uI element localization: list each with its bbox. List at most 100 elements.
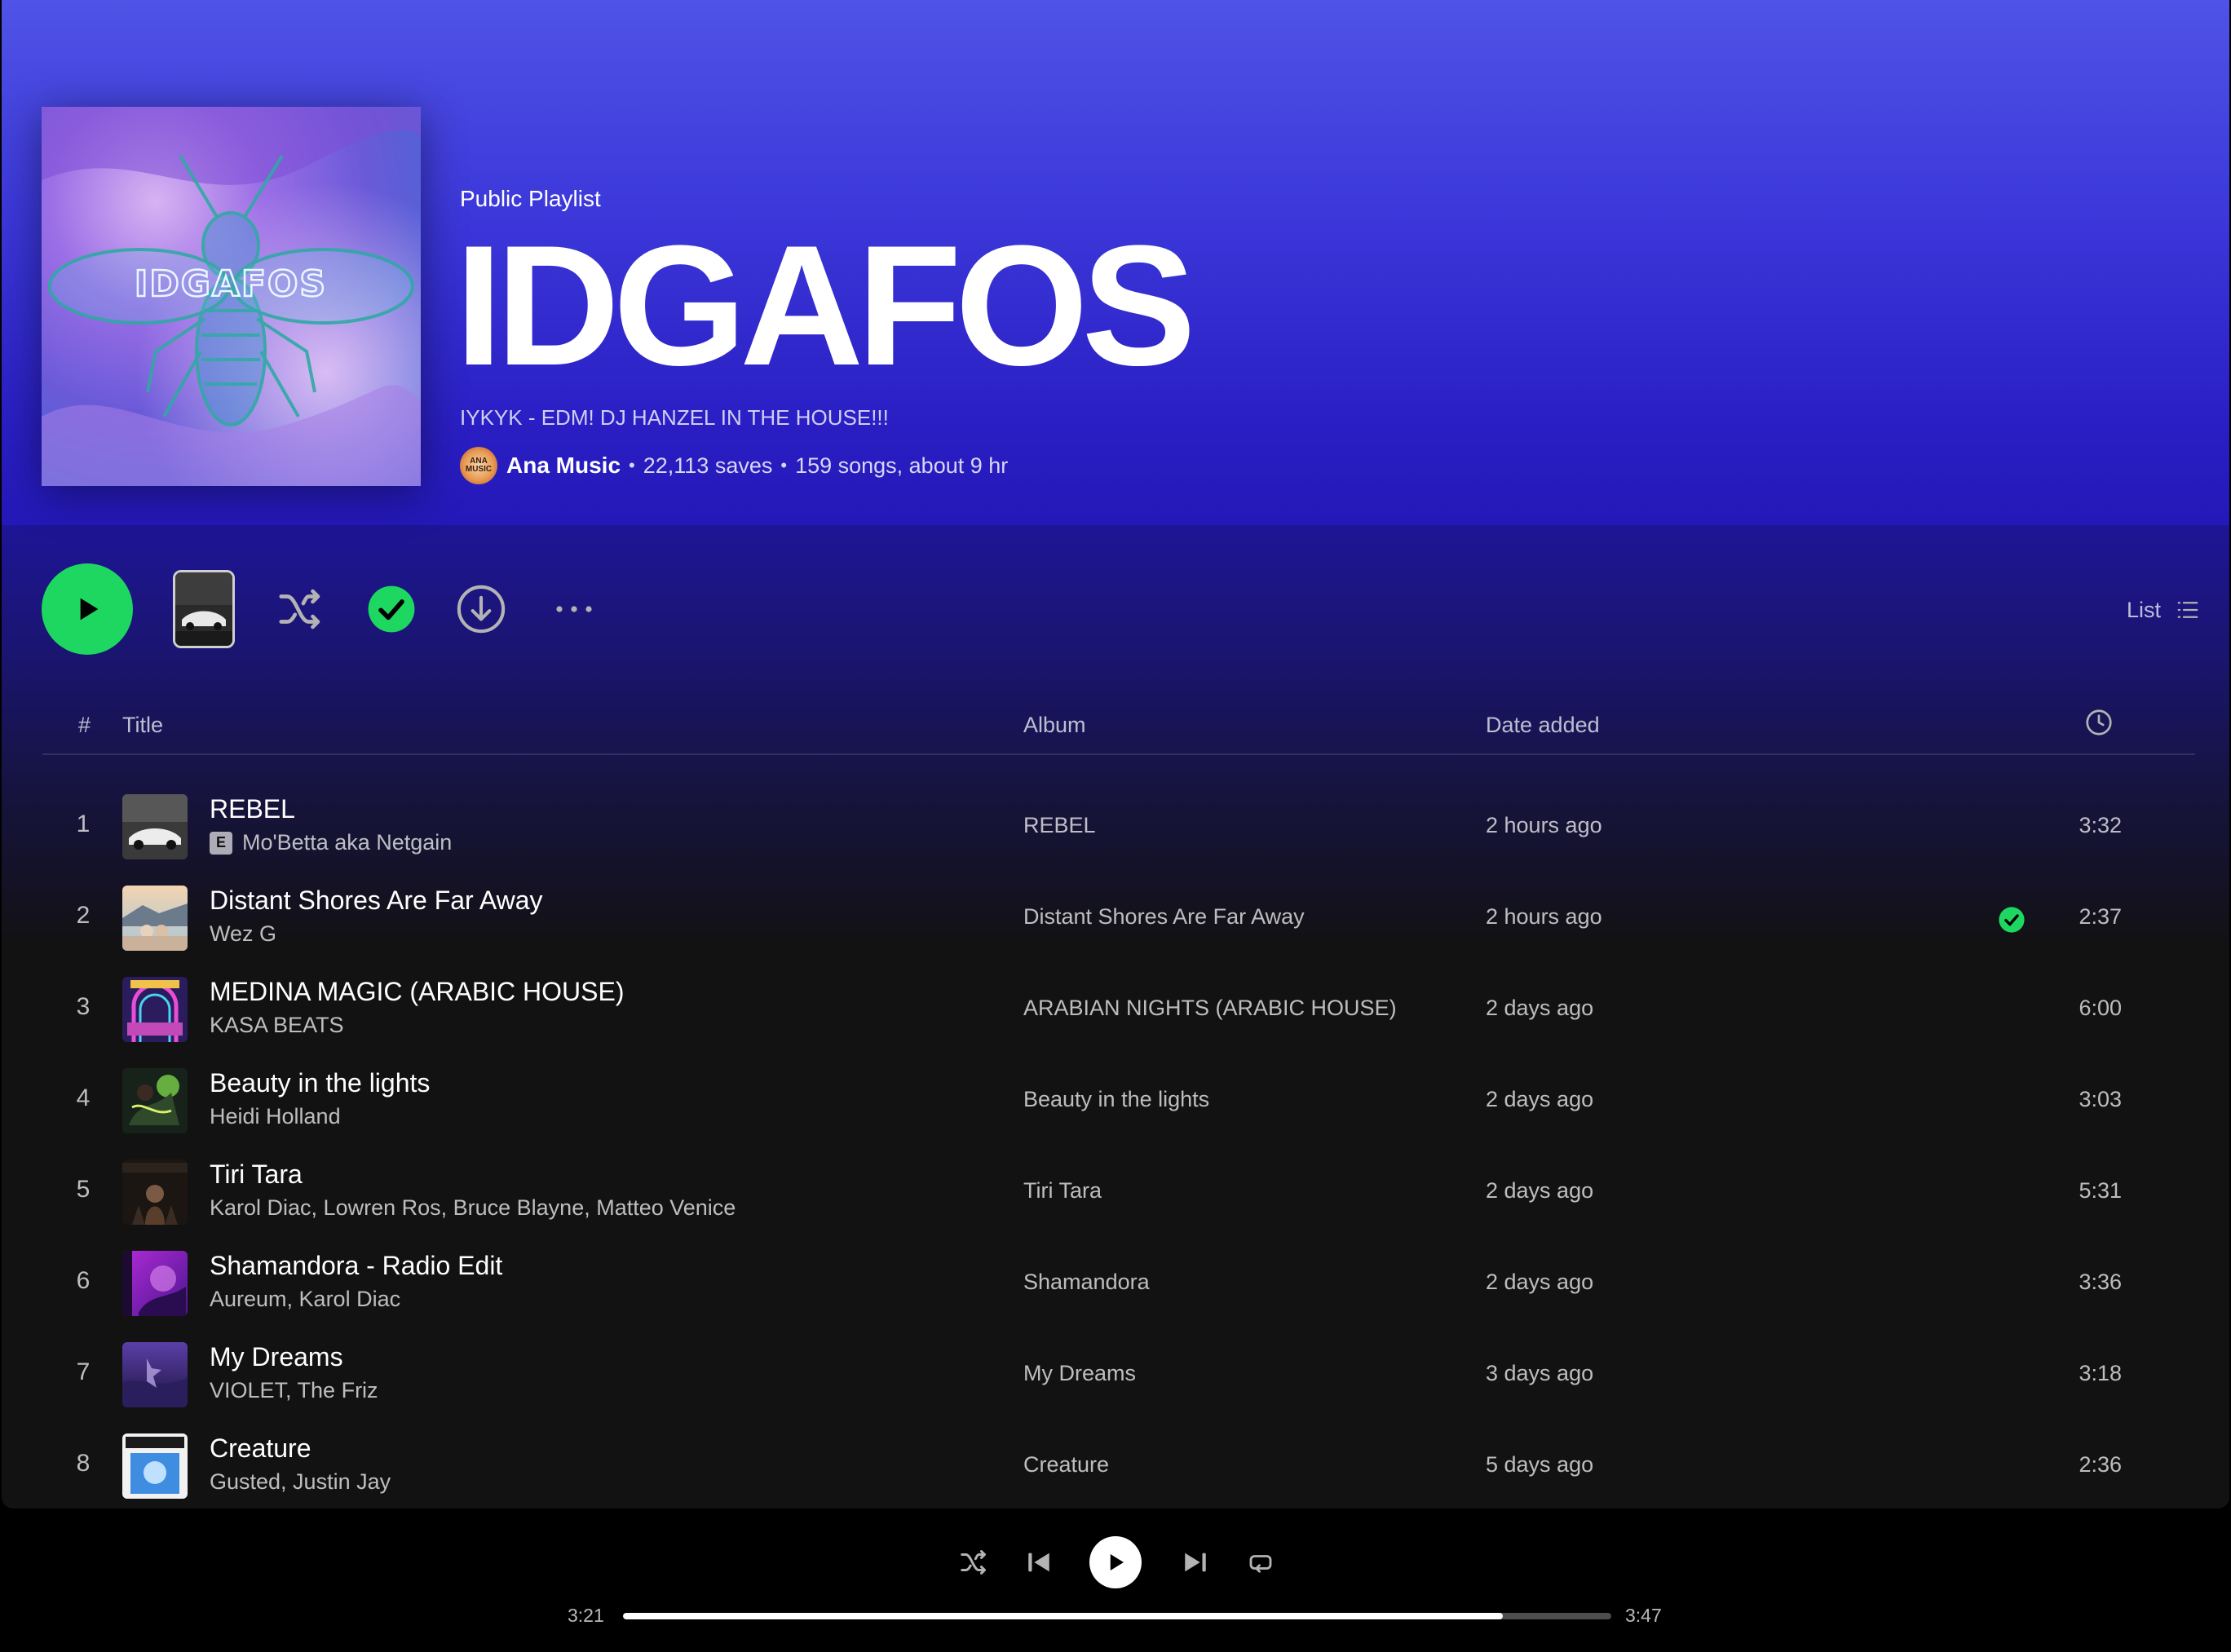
track-album[interactable]: My Dreams [1023,1361,1136,1386]
track-duration: 3:32 [2079,813,2122,837]
track-title[interactable]: REBEL [210,794,295,824]
track-album-art [122,1159,188,1225]
track-duration: 3:18 [2079,1361,2122,1385]
saved-check-icon[interactable] [1998,906,2026,934]
track-title[interactable]: Shamandora - Radio Edit [210,1251,502,1281]
playlist-meta: ANA MUSIC Ana Music • 22,113 saves • 159… [460,446,1008,485]
column-title[interactable]: Title [122,713,163,738]
owner-name-link[interactable]: Ana Music [506,453,621,479]
playback-progress-fill [623,1613,1503,1619]
track-artist: Heidi Holland [210,1104,341,1129]
track-album[interactable]: REBEL [1023,813,1096,838]
total-time: 3:47 [1625,1605,1662,1626]
track-artist-link[interactable]: VIOLET, The Friz [210,1378,378,1403]
track-artist-link[interactable]: Wez G [210,921,276,947]
track-duration: 3:03 [2079,1087,2122,1111]
shuffle-icon [279,589,320,629]
clock-icon [2086,709,2112,735]
previous-track-button[interactable] [1023,1546,1055,1579]
track-row[interactable]: 2 Distant Shores Are Far Away Wez G Dist… [42,872,2195,964]
track-date-added: 5 days ago [1486,1452,1594,1477]
track-date-added: 2 days ago [1486,1178,1594,1203]
track-date-added: 2 days ago [1486,996,1594,1020]
track-title[interactable]: Distant Shores Are Far Away [210,886,542,916]
svg-text:IDGAFOS: IDGAFOS [135,263,327,305]
playlist-cover-image[interactable]: IDGAFOS [42,107,421,486]
track-number: 4 [76,1084,91,1111]
player-play-button[interactable] [1089,1536,1142,1588]
owner-avatar[interactable]: ANA MUSIC [460,447,497,484]
column-album[interactable]: Album [1023,713,1086,738]
meta-separator: • [780,455,788,475]
track-album[interactable]: ARABIAN NIGHTS (ARABIC HOUSE) [1023,996,1397,1021]
explicit-badge: E [210,831,232,855]
track-artist-link[interactable]: Gusted, Justin Jay [210,1469,391,1495]
track-duration: 5:31 [2079,1178,2122,1203]
track-album[interactable]: Shamandora [1023,1270,1150,1295]
shuffle-icon [961,1550,986,1575]
track-number: 7 [76,1358,91,1385]
track-artist: Karol Diac, Lowren Ros, Bruce Blayne, Ma… [210,1195,736,1221]
track-duration: 2:36 [2079,1452,2122,1477]
track-duration: 3:36 [2079,1270,2122,1294]
track-artist-link[interactable]: Mo'Betta aka Netgain [242,830,452,855]
list-icon [2177,602,2198,618]
saved-to-library-button[interactable] [365,583,417,635]
play-icon [80,598,99,621]
track-number: 6 [76,1267,91,1294]
track-artist-link[interactable]: KASA BEATS [210,1013,344,1038]
track-row[interactable]: 3 MEDINA MAGIC (ARABIC HOUSE) KASA BEATS… [42,964,2195,1055]
track-title[interactable]: Creature [210,1433,311,1464]
shuffle-button[interactable] [272,581,328,637]
track-list: 1 REBEL E Mo'Betta aka Netgain REBEL 2 h… [42,781,2195,1508]
track-duration: 2:37 [2079,904,2122,929]
playlist-panel: IDGAFOS Public Playlist IDGAFOS IYKYK - … [2,0,2229,1508]
playlist-description: IYKYK - EDM! DJ HANZEL IN THE HOUSE!!! [460,405,889,430]
playback-progress-bar[interactable] [623,1613,1611,1619]
column-number: # [78,713,91,737]
track-album-art [122,1251,188,1316]
track-artist-link[interactable]: Karol Diac, Lowren Ros, Bruce Blayne, Ma… [210,1195,736,1221]
download-icon [457,585,506,634]
next-track-button[interactable] [1179,1546,1212,1579]
track-title[interactable]: Beauty in the lights [210,1068,430,1098]
track-album[interactable]: Creature [1023,1452,1109,1478]
track-artist-link[interactable]: Aureum, Karol Diac [210,1287,400,1312]
track-row[interactable]: 4 Beauty in the lights Heidi Holland Bea… [42,1055,2195,1146]
track-table-header: # Title Album Date added [42,705,2195,755]
track-row[interactable]: 1 REBEL E Mo'Betta aka Netgain REBEL 2 h… [42,781,2195,872]
view-mode-toggle[interactable]: List [2127,594,2200,626]
track-number: 3 [76,993,91,1020]
track-album-art [122,1342,188,1407]
track-date-added: 2 hours ago [1486,813,1602,837]
track-row[interactable]: 6 Shamandora - Radio Edit Aureum, Karol … [42,1238,2195,1329]
track-number: 5 [76,1176,91,1203]
preview-thumbnail[interactable] [173,570,235,648]
spotify-app: IDGAFOS Public Playlist IDGAFOS IYKYK - … [0,0,2231,1652]
playlist-title: IDGAFOS [455,210,1196,401]
track-date-added: 2 hours ago [1486,904,1602,929]
track-row[interactable]: 8 Creature Gusted, Justin Jay Creature 5… [42,1420,2195,1508]
player-shuffle-button[interactable] [957,1546,990,1579]
previous-icon [1028,1553,1049,1572]
track-album[interactable]: Beauty in the lights [1023,1087,1209,1112]
track-row[interactable]: 7 My Dreams VIOLET, The Friz My Dreams 3… [42,1329,2195,1420]
track-row[interactable]: 5 Tiri Tara Karol Diac, Lowren Ros, Bruc… [42,1146,2195,1238]
track-title[interactable]: MEDINA MAGIC (ARABIC HOUSE) [210,977,625,1007]
track-artist-link[interactable]: Heidi Holland [210,1104,341,1129]
track-title[interactable]: My Dreams [210,1342,343,1372]
more-options-button[interactable] [548,583,600,635]
track-album[interactable]: Tiri Tara [1023,1178,1102,1204]
play-button[interactable] [42,563,133,655]
track-title[interactable]: Tiri Tara [210,1159,303,1190]
track-artist: VIOLET, The Friz [210,1378,378,1403]
track-artist: Aureum, Karol Diac [210,1287,400,1312]
column-date-added[interactable]: Date added [1486,713,1600,738]
repeat-button[interactable] [1244,1546,1277,1579]
download-button[interactable] [455,583,507,635]
songs-duration: 159 songs, about 9 hr [795,453,1009,478]
track-duration: 6:00 [2079,996,2122,1020]
column-duration[interactable] [2084,708,2114,743]
track-album[interactable]: Distant Shores Are Far Away [1023,904,1305,930]
track-album-art [122,886,188,951]
